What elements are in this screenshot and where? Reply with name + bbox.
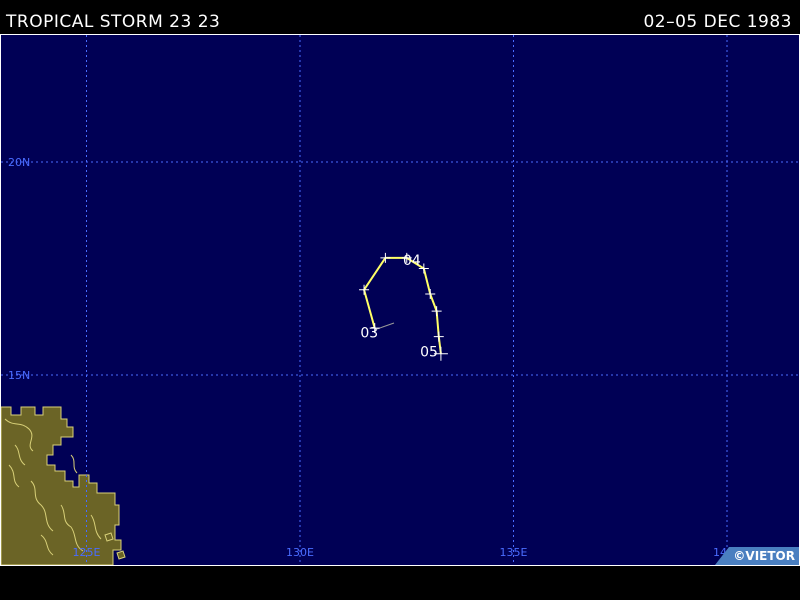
island-small-1 [116,550,126,560]
track-fix-marker [431,306,442,317]
track-map: 20N15N125E130E135E140E 030405 ©VIETOR [0,34,800,566]
lon-label-125e: 125E [73,546,101,559]
track-fix-marker [433,331,444,342]
philippines-land [1,406,126,565]
luzon-landmass [1,406,122,565]
track-fix-marker [425,289,436,300]
footer-bar [0,566,800,600]
day-labels: 03 04 05 [360,253,438,361]
lon-label-135e: 135E [500,546,528,559]
map-header: TROPICAL STORM 23 23 02–05 DEC 1983 [0,0,800,34]
day-label-05: 05 [420,345,438,361]
date-range: 02–05 DEC 1983 [643,12,792,32]
map-canvas: 20N15N125E130E135E140E 030405 [1,35,799,565]
day-label-03: 03 [360,325,378,341]
vietor-credit: ©VIETOR [715,547,799,565]
lat-label-15n: 15N [8,369,30,382]
lat-label-20n: 20N [8,156,30,169]
storm-title: TROPICAL STORM 23 23 [6,12,221,32]
lat-lon-grid: 20N15N125E130E135E140E [1,35,799,565]
day-label-04: 04 [403,253,421,269]
island-small-2 [104,532,114,542]
lon-label-130e: 130E [286,546,314,559]
